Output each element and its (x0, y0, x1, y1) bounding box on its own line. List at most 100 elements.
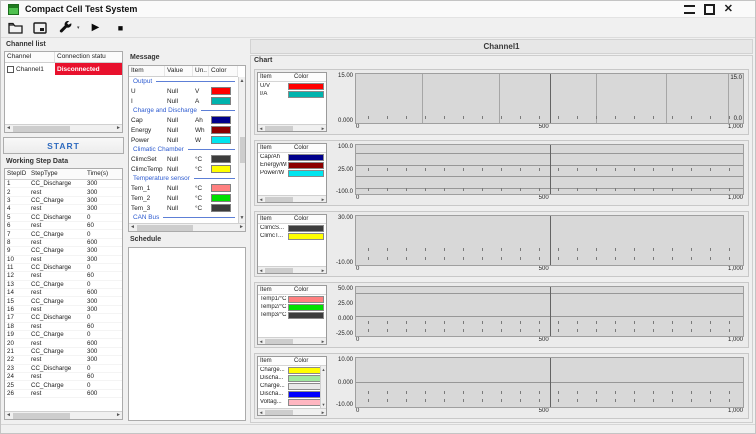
legend-row[interactable]: Temp1/°C (258, 295, 326, 303)
start-button[interactable]: START (3, 137, 124, 154)
column-header-channel[interactable]: Channel (5, 52, 55, 62)
table-row[interactable]: 18 rest 60 (5, 323, 122, 331)
scroll-right-arrow[interactable]: ► (238, 224, 245, 231)
legend-row[interactable]: ClimcS... (258, 224, 326, 232)
table-row[interactable]: 15 CC_Charge 300 (5, 297, 122, 305)
scroll-track[interactable] (264, 268, 320, 273)
scroll-thumb[interactable] (265, 126, 293, 131)
legend-row[interactable]: Voltag... (258, 398, 326, 406)
column-header-time[interactable]: Time(s) (85, 169, 122, 179)
column-header-value[interactable]: Value (165, 66, 193, 76)
table-row[interactable]: 26 rest 600 (5, 390, 122, 398)
legend-row[interactable]: Charge... (258, 382, 326, 390)
legend-horizontal-scrollbar[interactable]: ◄ ► (258, 266, 326, 273)
scroll-left-arrow[interactable]: ◄ (129, 224, 136, 231)
scroll-left-arrow[interactable]: ◄ (5, 125, 12, 132)
settings-button[interactable] (56, 20, 74, 36)
table-row[interactable]: 24 rest 60 (5, 373, 122, 381)
message-row[interactable]: Energy Null Wh (129, 125, 238, 135)
step-horizontal-scrollbar[interactable]: ◄ ► (5, 411, 122, 419)
scroll-thumb[interactable] (240, 137, 245, 163)
plot-area[interactable] (355, 357, 744, 408)
table-row[interactable]: 17 CC_Discharge 0 (5, 314, 122, 322)
scroll-down-arrow[interactable]: ▼ (322, 402, 326, 407)
scroll-up-arrow[interactable]: ▲ (239, 78, 246, 85)
scroll-thumb[interactable] (265, 339, 293, 344)
column-header-steptype[interactable]: StepType (29, 169, 85, 179)
table-row[interactable]: 3 CC_Charge 300 (5, 197, 122, 205)
plot-area[interactable] (355, 144, 744, 195)
scroll-track[interactable] (264, 126, 320, 131)
plot-area[interactable] (355, 215, 744, 266)
legend-row[interactable]: Energy/Wh (258, 161, 326, 169)
scroll-right-arrow[interactable]: ► (320, 338, 326, 345)
legend-horizontal-scrollbar[interactable]: ◄ ► (258, 195, 326, 202)
table-row[interactable]: 21 CC_Charge 300 (5, 348, 122, 356)
scroll-right-arrow[interactable]: ► (115, 412, 122, 419)
legend-row[interactable]: Temp2/°C (258, 303, 326, 311)
table-row[interactable]: 6 rest 60 (5, 222, 122, 230)
message-row[interactable]: U Null V (129, 86, 238, 96)
table-row[interactable]: 25 CC_Charge 0 (5, 381, 122, 389)
message-row[interactable]: Tem_2 Null °C (129, 193, 238, 203)
table-row[interactable]: 16 rest 300 (5, 306, 122, 314)
scroll-right-arrow[interactable]: ► (320, 409, 326, 416)
open-folder-button[interactable] (6, 20, 24, 36)
table-row[interactable]: 9 CC_Charge 300 (5, 247, 122, 255)
table-row[interactable]: 22 rest 300 (5, 356, 122, 364)
legend-row[interactable]: I/A (258, 90, 326, 98)
message-horizontal-scrollbar[interactable]: ◄ ► (129, 223, 245, 231)
table-row[interactable]: 20 rest 600 (5, 339, 122, 347)
scroll-thumb[interactable] (265, 268, 293, 273)
settings-dropdown-icon[interactable]: ▾ (77, 25, 80, 31)
maximize-icon[interactable] (704, 4, 715, 15)
channel-row[interactable]: Channel1 Disconnected (5, 63, 122, 75)
message-row[interactable]: Power Null W (129, 135, 238, 145)
legend-row[interactable]: Temp3/°C (258, 311, 326, 319)
table-row[interactable]: 8 rest 600 (5, 239, 122, 247)
message-vertical-scrollbar[interactable]: ▲ ▼ (238, 77, 245, 223)
table-row[interactable]: 4 rest 300 (5, 205, 122, 213)
column-header-item[interactable]: Item (129, 66, 165, 76)
legend-row[interactable]: Discha... (258, 374, 326, 382)
message-row[interactable]: ClimcTemp Null °C (129, 164, 238, 174)
table-row[interactable]: 7 CC_Charge 0 (5, 230, 122, 238)
scroll-track[interactable] (264, 410, 320, 415)
plot-area[interactable] (355, 286, 744, 337)
table-row[interactable]: 23 CC_Discharge 0 (5, 365, 122, 373)
channel-horizontal-scrollbar[interactable]: ◄ ► (5, 124, 122, 132)
message-row[interactable]: I Null A (129, 96, 238, 106)
legend-horizontal-scrollbar[interactable]: ◄ ► (258, 124, 326, 131)
stop-button[interactable]: ■ (112, 20, 130, 36)
table-row[interactable]: 11 CC_Discharge 0 (5, 264, 122, 272)
plot-area[interactable]: 15.00.0 (355, 73, 744, 124)
scroll-right-arrow[interactable]: ► (320, 125, 326, 132)
table-row[interactable]: 13 CC_Charge 0 (5, 281, 122, 289)
legend-horizontal-scrollbar[interactable]: ◄ ► (258, 337, 326, 344)
legend-row[interactable]: ClimcT... (258, 232, 326, 240)
table-row[interactable]: 5 CC_Discharge 0 (5, 214, 122, 222)
scroll-track[interactable] (12, 126, 115, 132)
legend-row[interactable]: Power/W (258, 169, 326, 177)
scroll-thumb[interactable] (265, 197, 293, 202)
scroll-track[interactable] (136, 225, 238, 231)
column-header-unit[interactable]: Un.. (193, 66, 209, 76)
scroll-up-arrow[interactable]: ▲ (322, 367, 326, 372)
message-row[interactable]: ClimcSet Null °C (129, 154, 238, 164)
legend-row[interactable]: Charge... (258, 366, 326, 374)
table-row[interactable]: 19 CC_Charge 0 (5, 331, 122, 339)
column-header-connection-status[interactable]: Connection statu (55, 52, 122, 62)
tab-channel1[interactable]: Channel1 (250, 39, 753, 54)
scroll-thumb[interactable] (265, 410, 293, 415)
legend-row[interactable]: Cap/Ah (258, 153, 326, 161)
new-window-button[interactable] (31, 20, 49, 36)
table-row[interactable]: 1 CC_Discharge 300 (5, 180, 122, 188)
table-row[interactable]: 2 rest 300 (5, 188, 122, 196)
scroll-track[interactable] (12, 413, 115, 419)
scroll-thumb[interactable] (137, 225, 193, 231)
close-icon[interactable]: ✕ (724, 4, 733, 15)
legend-vertical-scrollbar[interactable]: ▲ ▼ (320, 366, 326, 408)
scroll-left-arrow[interactable]: ◄ (5, 412, 12, 419)
scroll-right-arrow[interactable]: ► (115, 125, 122, 132)
channel-checkbox[interactable] (7, 66, 14, 73)
